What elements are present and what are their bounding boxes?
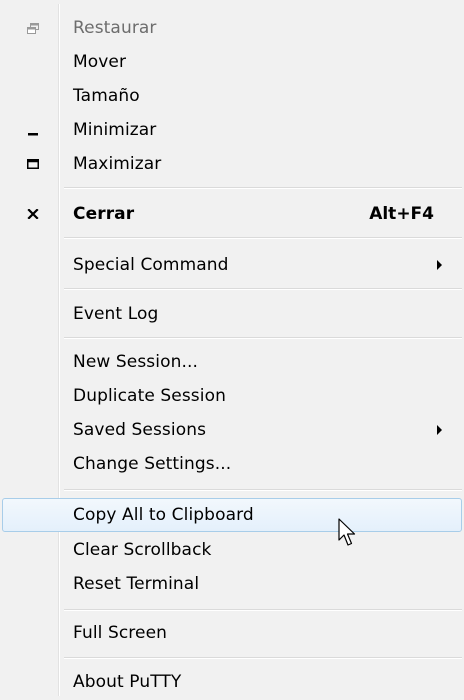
- menu-item-label: Event Log: [73, 304, 159, 324]
- menu-item-saved-sessions[interactable]: Saved Sessions: [2, 414, 462, 446]
- menu-item-mover[interactable]: Mover: [2, 46, 462, 78]
- menu-item-maximizar[interactable]: Maximizar: [2, 148, 462, 180]
- menu-separator: [64, 489, 462, 491]
- menu-item-label: Change Settings...: [73, 454, 232, 474]
- menu-item-about-putty[interactable]: About PuTTY: [2, 666, 462, 698]
- menu-item-label: Duplicate Session: [73, 386, 226, 406]
- menu-separator: [64, 337, 462, 339]
- menu-item-duplicate-session[interactable]: Duplicate Session: [2, 380, 462, 412]
- menu-item-label: Special Command: [73, 255, 229, 275]
- menu-item-label: Reset Terminal: [73, 574, 200, 594]
- menu-item-cerrar[interactable]: Cerrar Alt+F4: [2, 198, 462, 230]
- menu-item-minimizar[interactable]: Minimizar: [2, 114, 462, 146]
- context-menu: Restaurar Mover Tamaño Minimizar Maximiz…: [0, 0, 464, 700]
- menu-item-full-screen[interactable]: Full Screen: [2, 617, 462, 649]
- menu-separator: [64, 609, 462, 611]
- menu-item-label: Cerrar: [73, 204, 135, 224]
- menu-item-label: Tamaño: [73, 86, 140, 106]
- menu-item-event-log[interactable]: Event Log: [2, 298, 462, 330]
- menu-separator: [64, 237, 462, 239]
- menu-item-label: Mover: [73, 52, 127, 72]
- menu-item-label: Clear Scrollback: [73, 540, 212, 560]
- menu-separator: [64, 657, 462, 659]
- mouse-pointer-icon: [338, 518, 358, 552]
- restore-icon: [22, 19, 44, 37]
- menu-item-tamano[interactable]: Tamaño: [2, 80, 462, 112]
- submenu-arrow-icon: [437, 425, 442, 435]
- menu-item-restaurar[interactable]: Restaurar: [2, 12, 462, 44]
- menu-item-label: New Session...: [73, 352, 198, 372]
- menu-item-label: Saved Sessions: [73, 420, 207, 440]
- menu-item-change-settings[interactable]: Change Settings...: [2, 448, 462, 480]
- menu-item-special-command[interactable]: Special Command: [2, 249, 462, 281]
- menu-separator: [64, 288, 462, 290]
- menu-item-label: Maximizar: [73, 154, 162, 174]
- submenu-arrow-icon: [437, 260, 442, 270]
- shortcut-label: Alt+F4: [369, 204, 434, 224]
- close-icon: [22, 205, 44, 223]
- menu-item-reset-terminal[interactable]: Reset Terminal: [2, 568, 462, 600]
- menu-item-new-session[interactable]: New Session...: [2, 346, 462, 378]
- menu-item-clear-scrollback[interactable]: Clear Scrollback: [2, 534, 462, 566]
- menu-item-label: Full Screen: [73, 623, 168, 643]
- maximize-icon: [22, 155, 44, 173]
- menu-item-label: Minimizar: [73, 120, 157, 140]
- menu-item-copy-all-to-clipboard[interactable]: Copy All to Clipboard: [2, 498, 462, 532]
- menu-item-label: About PuTTY: [73, 672, 182, 692]
- minimize-icon: [22, 121, 44, 139]
- menu-item-label: Restaurar: [73, 18, 157, 38]
- menu-item-label: Copy All to Clipboard: [73, 505, 254, 525]
- menu-separator: [64, 187, 462, 189]
